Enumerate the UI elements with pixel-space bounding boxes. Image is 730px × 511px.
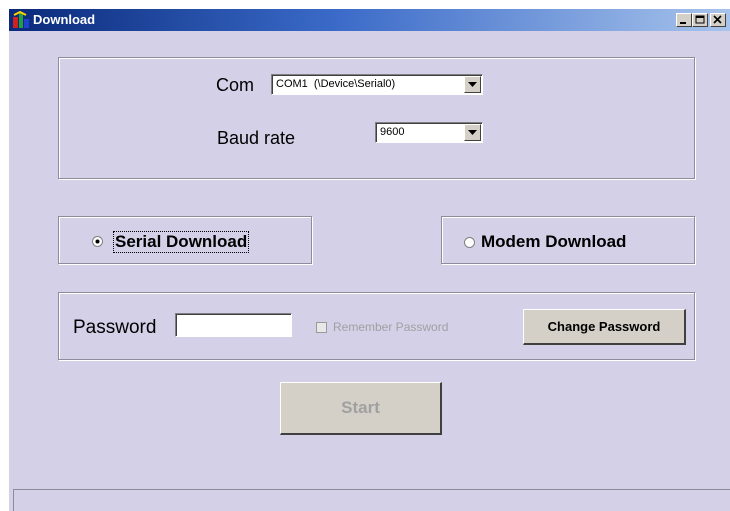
- remember-password-label: Remember Password: [333, 320, 449, 334]
- maximize-icon: [695, 15, 705, 24]
- password-label: Password: [73, 317, 157, 338]
- modem-download-radio[interactable]: [464, 237, 475, 248]
- baud-dropdown-button[interactable]: [464, 124, 481, 141]
- chevron-down-icon: [468, 82, 477, 87]
- close-button[interactable]: [710, 13, 726, 27]
- change-password-button[interactable]: Change Password: [523, 309, 686, 345]
- password-input[interactable]: [175, 313, 292, 337]
- maximize-button[interactable]: [692, 13, 708, 27]
- remember-password-checkbox[interactable]: [316, 322, 327, 333]
- minimize-icon: [680, 22, 686, 24]
- download-app-icon: [12, 10, 30, 29]
- serial-download-label[interactable]: Serial Download: [112, 231, 250, 253]
- baud-rate-select[interactable]: 9600: [375, 122, 483, 143]
- close-icon: [713, 15, 722, 24]
- com-port-value: COM1 (\Device\Serial0): [276, 78, 396, 90]
- com-port-select[interactable]: COM1 (\Device\Serial0): [271, 74, 483, 95]
- start-button[interactable]: Start: [280, 382, 442, 435]
- serial-download-radio[interactable]: [92, 236, 103, 247]
- title-bar[interactable]: Download: [9, 9, 730, 31]
- modem-download-label[interactable]: Modem Download: [481, 232, 626, 252]
- status-bar: [13, 489, 730, 511]
- window-title: Download: [33, 12, 96, 27]
- chevron-down-icon: [468, 130, 477, 135]
- com-dropdown-button[interactable]: [464, 76, 481, 93]
- baud-rate-label: Baud rate: [217, 128, 296, 148]
- download-window: Download Com COM1 (\Device\Serial0) Baud…: [8, 8, 730, 511]
- baud-rate-value: 9600: [380, 126, 405, 138]
- minimize-button[interactable]: [676, 13, 692, 27]
- com-label: Com: [216, 75, 255, 95]
